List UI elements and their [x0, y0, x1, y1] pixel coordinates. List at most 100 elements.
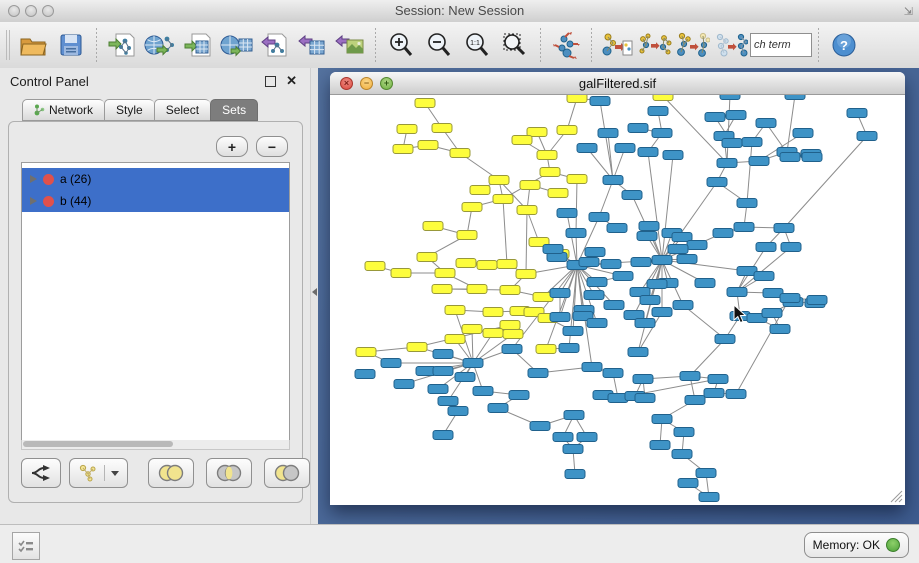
import-network-web-button[interactable] [141, 26, 179, 64]
graph-node-blue[interactable] [677, 255, 697, 264]
graph-node-blue[interactable] [615, 144, 635, 153]
graph-node-blue[interactable] [715, 335, 735, 344]
graph-node-blue[interactable] [705, 113, 725, 122]
graph-node-yellow[interactable] [415, 99, 435, 108]
zoom-fit-selected-button[interactable] [496, 26, 534, 64]
union-sets-button[interactable] [148, 458, 194, 488]
graph-node-yellow[interactable] [462, 203, 482, 212]
graph-node-blue[interactable] [563, 327, 583, 336]
network-window-titlebar[interactable]: × − + galFiltered.sif [330, 72, 905, 95]
graph-node-blue[interactable] [749, 157, 769, 166]
graph-node-yellow[interactable] [470, 186, 490, 195]
graph-node-blue[interactable] [648, 107, 668, 116]
graph-node-yellow[interactable] [365, 262, 385, 271]
graph-node-blue[interactable] [428, 385, 448, 394]
graph-node-blue[interactable] [563, 445, 583, 454]
graph-node-blue[interactable] [673, 301, 693, 310]
graph-node-blue[interactable] [557, 209, 577, 218]
graph-edge[interactable] [576, 179, 577, 233]
graph-node-blue[interactable] [582, 363, 602, 372]
graph-node-yellow[interactable] [536, 345, 556, 354]
graph-node-blue[interactable] [633, 375, 653, 384]
graph-node-blue[interactable] [589, 213, 609, 222]
graph-node-blue[interactable] [433, 431, 453, 440]
graph-node-blue[interactable] [448, 407, 468, 416]
graph-node-blue[interactable] [640, 296, 660, 305]
graph-node-blue[interactable] [438, 397, 458, 406]
graph-node-yellow[interactable] [391, 269, 411, 278]
sets-horizontal-scrollbar[interactable] [21, 440, 290, 450]
graph-node-blue[interactable] [793, 129, 813, 138]
graph-node-yellow[interactable] [462, 325, 482, 334]
graph-node-blue[interactable] [734, 223, 754, 232]
graph-node-blue[interactable] [564, 411, 584, 420]
graph-node-yellow[interactable] [653, 95, 673, 101]
graph-node-yellow[interactable] [450, 149, 470, 158]
graph-node-blue[interactable] [577, 144, 597, 153]
graph-node-blue[interactable] [473, 387, 493, 396]
graph-node-yellow[interactable] [457, 231, 477, 240]
network-canvas[interactable] [330, 95, 905, 505]
graph-node-yellow[interactable] [432, 285, 452, 294]
graph-edge[interactable] [690, 339, 725, 376]
graph-edge[interactable] [526, 210, 527, 274]
graph-node-blue[interactable] [433, 367, 453, 376]
graph-node-blue[interactable] [613, 272, 633, 281]
graph-node-blue[interactable] [543, 245, 563, 254]
graph-node-blue[interactable] [770, 325, 790, 334]
graph-node-blue[interactable] [638, 148, 658, 157]
set-list-item[interactable]: b (44) [22, 190, 289, 212]
graph-node-yellow[interactable] [467, 285, 487, 294]
graph-edge[interactable] [787, 95, 795, 152]
graph-node-blue[interactable] [663, 151, 683, 160]
search-input[interactable] [750, 33, 812, 57]
graph-node-blue[interactable] [704, 389, 724, 398]
graph-node-yellow[interactable] [477, 261, 497, 270]
graph-node-blue[interactable] [680, 372, 700, 381]
graph-node-blue[interactable] [566, 229, 586, 238]
create-network-from-set-button[interactable] [69, 458, 128, 488]
graph-node-blue[interactable] [713, 229, 733, 238]
graph-node-blue[interactable] [687, 241, 707, 250]
zoom-actual-size-button[interactable]: 1:1 [458, 26, 496, 64]
graph-node-blue[interactable] [553, 433, 573, 442]
graph-edge[interactable] [662, 260, 747, 271]
tab-network[interactable]: Network [22, 99, 104, 121]
graph-node-blue[interactable] [807, 296, 827, 305]
graph-node-blue[interactable] [668, 245, 688, 254]
graph-node-yellow[interactable] [493, 195, 513, 204]
graph-node-blue[interactable] [717, 159, 737, 168]
graph-node-blue[interactable] [587, 278, 607, 287]
graph-node-blue[interactable] [598, 129, 618, 138]
graph-node-yellow[interactable] [432, 124, 452, 133]
graph-node-blue[interactable] [635, 319, 655, 328]
graph-node-blue[interactable] [603, 176, 623, 185]
graph-node-yellow[interactable] [393, 145, 413, 154]
graph-node-blue[interactable] [607, 224, 627, 233]
graph-node-yellow[interactable] [512, 136, 532, 145]
graph-node-blue[interactable] [631, 258, 651, 267]
add-set-button[interactable]: + [216, 136, 248, 157]
graph-edge[interactable] [683, 305, 725, 339]
ghost-network-button[interactable] [712, 26, 750, 64]
intersection-sets-button[interactable] [206, 458, 252, 488]
graph-node-blue[interactable] [502, 345, 522, 354]
graph-node-blue[interactable] [550, 313, 570, 322]
graph-node-blue[interactable] [590, 97, 610, 106]
graph-node-blue[interactable] [530, 422, 550, 431]
graph-node-blue[interactable] [742, 138, 762, 147]
graph-node-blue[interactable] [528, 369, 548, 378]
graph-node-blue[interactable] [628, 124, 648, 133]
export-table-button[interactable] [293, 26, 331, 64]
graph-node-blue[interactable] [604, 301, 624, 310]
merge-networks-button[interactable] [674, 26, 712, 64]
graph-node-blue[interactable] [847, 109, 867, 118]
graph-node-blue[interactable] [635, 394, 655, 403]
graph-node-yellow[interactable] [356, 348, 376, 357]
tab-style[interactable]: Style [104, 99, 154, 121]
graph-node-blue[interactable] [577, 433, 597, 442]
graph-node-blue[interactable] [587, 319, 607, 328]
disclosure-triangle-icon[interactable] [30, 197, 37, 205]
diff-networks-button[interactable] [636, 26, 674, 64]
graph-node-yellow[interactable] [483, 308, 503, 317]
